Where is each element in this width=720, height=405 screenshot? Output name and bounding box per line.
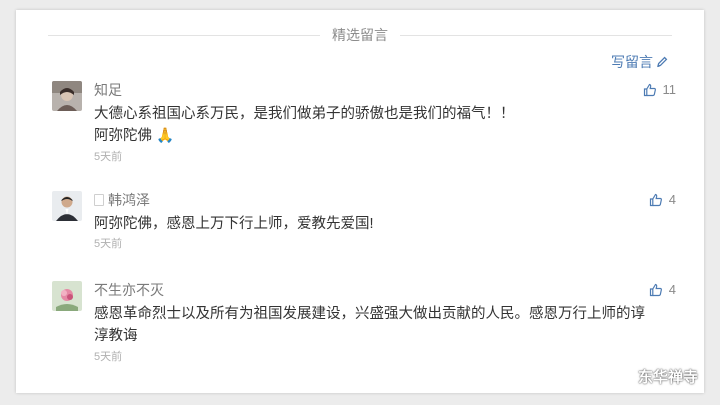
like-count: 11 bbox=[662, 82, 677, 97]
comment-time: 5天前 bbox=[94, 351, 123, 363]
pencil-icon bbox=[657, 56, 668, 68]
thumbs-up-icon bbox=[643, 83, 656, 97]
divider-right bbox=[400, 35, 672, 36]
avatar[interactable] bbox=[52, 81, 82, 111]
write-comment-link[interactable]: 写留言 bbox=[611, 53, 668, 71]
section-header: 精选留言 bbox=[48, 25, 672, 45]
comment-item: 知足 大德心系祖国心系万民，是我们做弟子的骄傲也是我们的福气！！ 阿弥陀佛 🙏 … bbox=[52, 81, 676, 165]
wechat-icon bbox=[612, 368, 633, 385]
write-comment-label: 写留言 bbox=[611, 54, 653, 70]
comment-line: 大德心系祖国心系万民，是我们做弟子的骄傲也是我们的福气！！ bbox=[94, 106, 515, 122]
comment-nickname: 不生亦不灭 bbox=[94, 282, 164, 298]
comment-line: 阿弥陀佛，感恩上万下行上师，爱教先爱国! bbox=[94, 216, 374, 232]
avatar[interactable] bbox=[52, 191, 82, 221]
like-count: 4 bbox=[668, 192, 676, 207]
comment-nickname: 知足 bbox=[94, 82, 122, 98]
like-count: 4 bbox=[668, 282, 676, 297]
comment-line: 淳教诲 bbox=[94, 328, 138, 344]
like-button[interactable]: 11 bbox=[643, 81, 677, 99]
like-button[interactable]: 4 bbox=[649, 191, 676, 209]
like-button[interactable]: 4 bbox=[649, 281, 676, 299]
badge-icon bbox=[94, 194, 104, 206]
watermark: 东华禅寺 bbox=[612, 366, 698, 387]
comments-card: 精选留言 写留言 知足 大德心系祖国心系万民，是我们做弟子的骄傲也是我们的福气！… bbox=[16, 10, 704, 393]
comment-text: 大德心系祖国心系万民，是我们做弟子的骄傲也是我们的福气！！ 阿弥陀佛 🙏 bbox=[94, 103, 654, 147]
comment-time: 5天前 bbox=[94, 151, 123, 163]
comment-line: 阿弥陀佛 🙏 bbox=[94, 128, 175, 144]
avatar[interactable] bbox=[52, 281, 82, 311]
praying-hands-emoji: 🙏 bbox=[156, 128, 175, 144]
comment-text: 阿弥陀佛，感恩上万下行上师，爱教先爱国! bbox=[94, 213, 654, 235]
comment-text: 感恩革命烈士以及所有为祖国发展建设，兴盛强大做出贡献的人民。感恩万行上师的谆 淳… bbox=[94, 303, 654, 347]
comment-nickname: 韩鸿泽 bbox=[94, 191, 150, 209]
thumbs-up-icon bbox=[649, 193, 662, 207]
comment-item: 不生亦不灭 感恩革命烈士以及所有为祖国发展建设，兴盛强大做出贡献的人民。感恩万行… bbox=[52, 281, 676, 371]
comment-line: 感恩革命烈士以及所有为祖国发展建设，兴盛强大做出贡献的人民。感恩万行上师的谆 bbox=[94, 306, 645, 322]
thumbs-up-icon bbox=[649, 283, 662, 297]
comment-time: 5天前 bbox=[94, 238, 123, 250]
comment-item: 韩鸿泽 阿弥陀佛，感恩上万下行上师，爱教先爱国! 5天前 4 bbox=[52, 191, 676, 255]
watermark-text: 东华禅寺 bbox=[637, 369, 698, 386]
